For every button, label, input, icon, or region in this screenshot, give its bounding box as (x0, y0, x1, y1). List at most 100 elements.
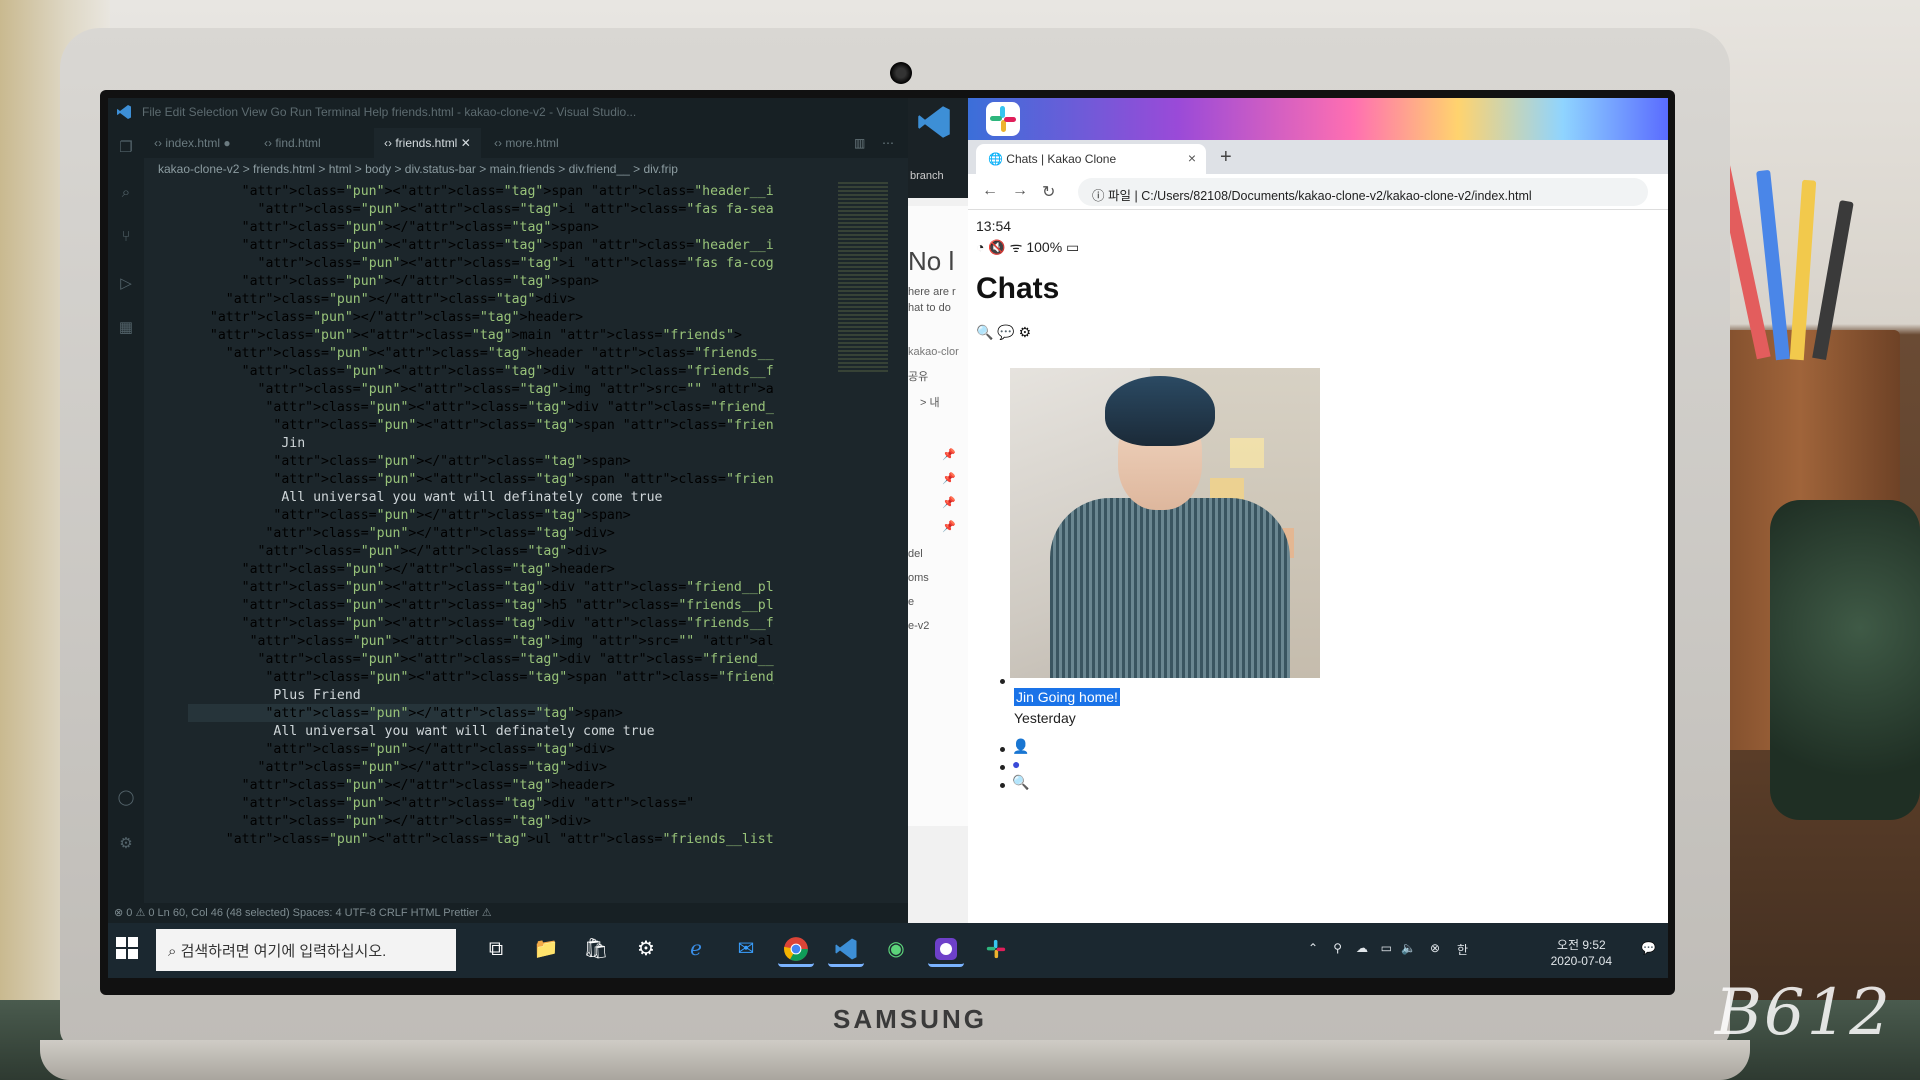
code-editor[interactable]: "attr">class="pun"><"attr">class="tag">s… (144, 182, 774, 902)
battery-icon[interactable]: ▭ (1381, 941, 1392, 955)
code-line[interactable]: Jin (194, 436, 305, 454)
vscode-taskbar-icon[interactable] (828, 931, 864, 967)
code-line[interactable]: "attr">class="pun"><"attr">class="tag">d… (194, 400, 774, 418)
list-item[interactable]: oms (908, 572, 929, 584)
task-view-icon[interactable]: ⧉ (478, 931, 514, 967)
gear-icon[interactable]: ⚙ (1019, 324, 1032, 340)
edge-browser-icon[interactable]: ℯ (678, 931, 714, 967)
extensions-icon[interactable]: ▦ (117, 318, 135, 336)
list-item[interactable]: e-v2 (908, 620, 929, 632)
slack-logo-icon[interactable] (986, 102, 1020, 136)
code-line[interactable]: "attr">class="pun"><"attr">class="tag">h… (194, 598, 774, 616)
mail-icon[interactable]: ✉ (728, 931, 764, 967)
taskbar-search-input[interactable]: ⌕ 검색하려면 여기에 입력하십시오. (156, 929, 456, 971)
chat-name-selected[interactable]: Jin Going home! (1014, 688, 1120, 706)
taskbar-clock[interactable]: 오전 9:52 2020-07-04 (1551, 937, 1612, 969)
code-line[interactable]: "attr">class="pun"></"attr">class="tag">… (194, 706, 622, 724)
tab-index-html[interactable]: ‹› index.html ● (144, 128, 241, 158)
minimap[interactable] (838, 182, 888, 372)
code-line[interactable]: "attr">class="pun"><"attr">class="tag">d… (194, 796, 695, 814)
pin-icon: 📌 (942, 473, 956, 485)
code-line[interactable]: "attr">class="pun"><"attr">class="tag">i… (194, 634, 774, 652)
reload-icon[interactable]: ↻ (1042, 182, 1055, 202)
person-icon[interactable]: 👤 (1012, 738, 1029, 755)
volume-icon[interactable]: 🔈 (1401, 941, 1416, 955)
code-line[interactable]: "attr">class="pun"><"attr">class="tag">s… (194, 472, 774, 490)
code-line[interactable]: "attr">class="pun"></"attr">class="tag">… (194, 742, 614, 760)
list-item[interactable]: del (908, 548, 923, 560)
run-debug-icon[interactable]: ▷ (117, 274, 135, 292)
code-line[interactable]: "attr">class="pun"></"attr">class="tag">… (194, 292, 575, 310)
code-line[interactable]: "attr">class="pun"><"attr">class="tag">s… (194, 670, 774, 688)
tab-find-html[interactable]: ‹› find.html (254, 128, 331, 158)
search-icon[interactable]: 🔍 (1012, 774, 1029, 791)
address-bar[interactable]: ⓘ 파일 | C:/Users/82108/Documents/kakao-cl… (1078, 178, 1648, 206)
code-line[interactable]: "attr">class="pun"></"attr">class="tag">… (194, 454, 630, 472)
code-line[interactable]: "attr">class="pun"></"attr">class="tag">… (194, 544, 607, 562)
search-icon[interactable]: 🔍 (976, 324, 993, 340)
code-line[interactable]: "attr">class="pun"></"attr">class="tag">… (194, 814, 591, 832)
tab-more-html[interactable]: ‹› more.html (484, 128, 569, 158)
code-line[interactable]: "attr">class="pun"></"attr">class="tag">… (194, 760, 607, 778)
code-line[interactable]: "attr">class="pun"><"attr">class="tag">d… (194, 652, 774, 670)
back-arrow-icon[interactable]: ← (982, 182, 998, 200)
code-line[interactable]: "attr">class="pun"><"attr">class="tag">h… (194, 346, 774, 364)
windows-start-icon[interactable] (116, 937, 138, 959)
code-line[interactable]: "attr">class="pun"></"attr">class="tag">… (194, 310, 583, 328)
code-line[interactable]: "attr">class="pun"><"attr">class="tag">s… (194, 184, 774, 202)
more-actions-icon[interactable]: ⋯ (872, 128, 904, 158)
tab-title: Chats | Kakao Clone (1006, 152, 1117, 166)
code-line[interactable]: "attr">class="pun"></"attr">class="tag">… (194, 562, 615, 580)
background-window[interactable]: branch No l here are r hat to do kakao-c… (908, 98, 968, 923)
settings-gear-icon[interactable]: ⚙ (628, 931, 664, 967)
close-icon[interactable]: × (1188, 150, 1196, 166)
code-line[interactable]: "attr">class="pun"></"attr">class="tag">… (194, 220, 599, 238)
code-line[interactable]: "attr">class="pun"><"attr">class="tag">u… (194, 832, 774, 850)
slack-taskbar-icon[interactable] (978, 931, 1014, 967)
split-editor-icon[interactable]: ▥ (844, 128, 875, 158)
file-explorer-icon[interactable]: 📁 (528, 931, 564, 967)
store-icon[interactable]: 🛍 (578, 931, 614, 967)
network-icon[interactable]: ⚲ (1333, 941, 1342, 955)
close-circle-icon[interactable]: ⊗ (1430, 941, 1440, 955)
code-line[interactable]: "attr">class="pun"><"attr">class="tag">i… (194, 256, 774, 274)
code-line[interactable]: All universal you want will definately c… (194, 490, 662, 508)
code-line[interactable]: "attr">class="pun"><"attr">class="tag">s… (194, 418, 774, 436)
chat-bubble-icon[interactable]: ● (1012, 756, 1020, 772)
forward-arrow-icon[interactable]: → (1012, 182, 1028, 200)
chat-date: Yesterday (1014, 710, 1076, 726)
notification-icon[interactable]: 💬 (1641, 941, 1656, 955)
code-line[interactable]: "attr">class="pun"></"attr">class="tag">… (194, 526, 614, 544)
code-line[interactable]: "attr">class="pun"><"attr">class="tag">d… (194, 580, 774, 598)
chevron-up-icon[interactable]: ⌃ (1308, 941, 1318, 955)
chrome-icon[interactable] (778, 931, 814, 967)
new-tab-button[interactable]: + (1220, 146, 1232, 169)
explorer-icon[interactable]: ❐ (117, 138, 135, 156)
code-line[interactable]: "attr">class="pun"></"attr">class="tag">… (194, 508, 630, 526)
github-desktop-icon[interactable] (928, 931, 964, 967)
tab-friends-html[interactable]: ‹› friends.html ✕ (374, 128, 481, 158)
code-line[interactable]: Plus Friend (194, 688, 360, 706)
code-line[interactable]: "attr">class="pun"><"attr">class="tag">d… (194, 616, 774, 634)
close-icon[interactable]: ✕ (461, 136, 471, 150)
code-line[interactable]: "attr">class="pun"></"attr">class="tag">… (194, 778, 615, 796)
nav-item[interactable]: > 내 (920, 394, 940, 410)
code-line[interactable]: "attr">class="pun"><"attr">class="tag">i… (194, 202, 774, 220)
app-icon[interactable]: ◉ (878, 931, 914, 967)
code-line[interactable]: "attr">class="pun"><"attr">class="tag">i… (194, 382, 774, 400)
source-control-icon[interactable]: ⑂ (117, 228, 135, 246)
ime-icon[interactable]: 한 (1457, 941, 1468, 958)
chat-bubble-icon[interactable]: 💬 (997, 324, 1014, 340)
code-line[interactable]: "attr">class="pun"><"attr">class="tag">s… (194, 238, 774, 256)
code-line[interactable]: All universal you want will definately c… (194, 724, 654, 742)
code-line[interactable]: "attr">class="pun"></"attr">class="tag">… (194, 274, 599, 292)
search-icon[interactable]: ⌕ (117, 184, 135, 202)
list-item[interactable]: e (908, 596, 914, 608)
account-icon[interactable]: ◯ (117, 788, 135, 806)
settings-gear-icon[interactable]: ⚙ (117, 834, 135, 852)
code-line[interactable]: "attr">class="pun"><"attr">class="tag">m… (194, 328, 742, 346)
tab-chats-kakao-clone[interactable]: 🌐 Chats | Kakao Clone × (976, 144, 1206, 174)
breadcrumb[interactable]: kakao-clone-v2 > friends.html > html > b… (144, 158, 908, 180)
cloud-icon[interactable]: ☁ (1356, 941, 1368, 955)
code-line[interactable]: "attr">class="pun"><"attr">class="tag">d… (194, 364, 774, 382)
